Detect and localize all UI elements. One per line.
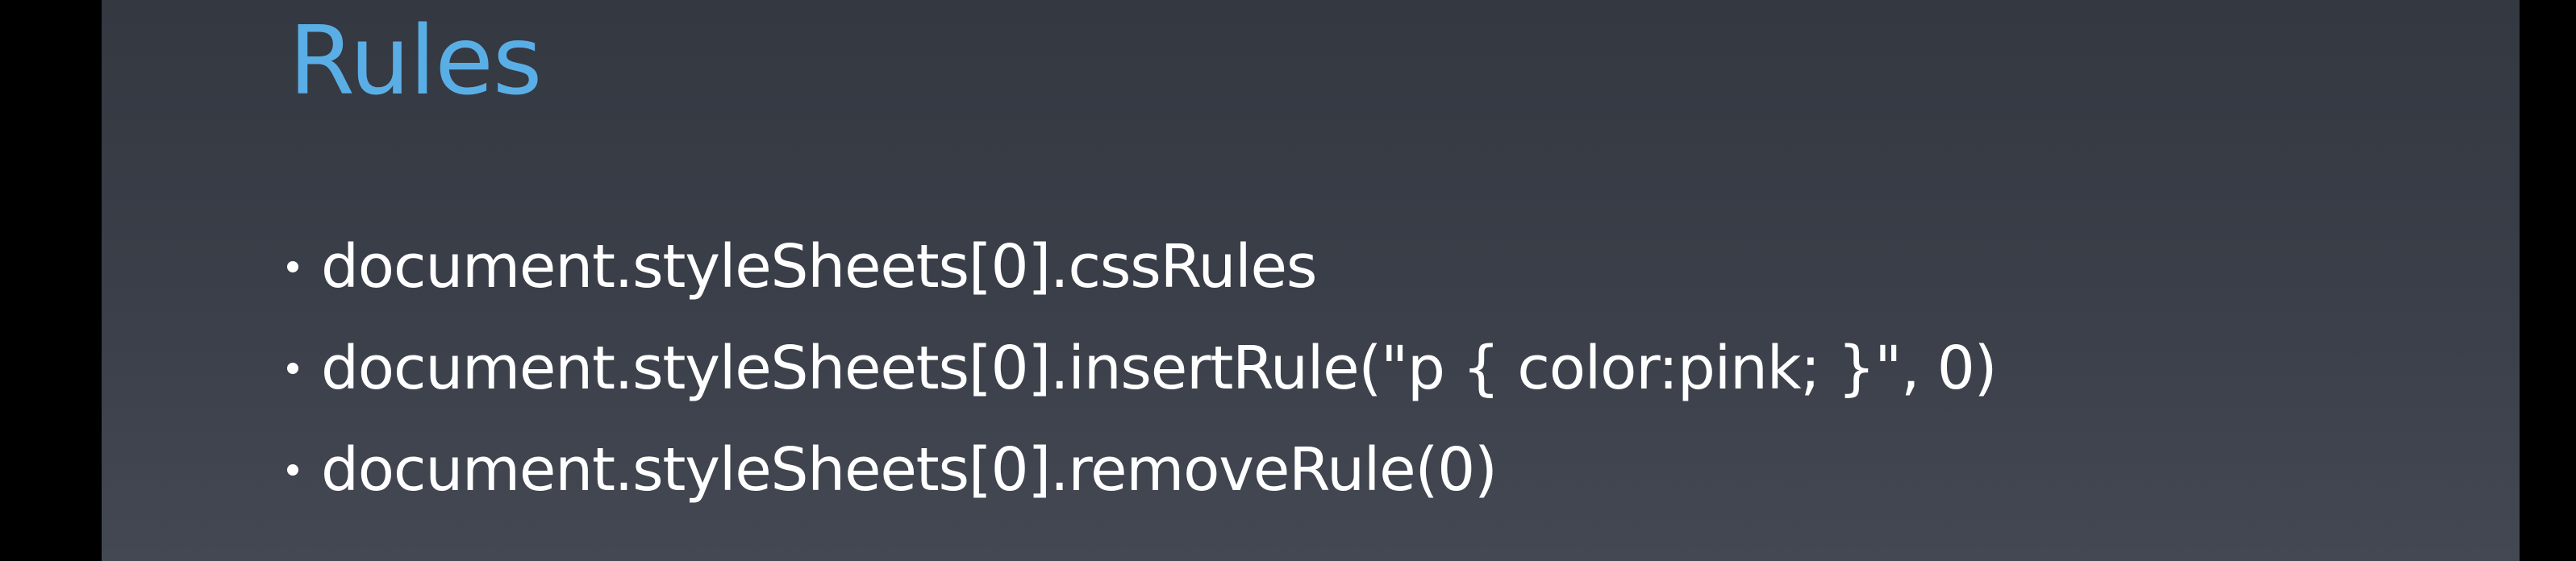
bullet-dot-icon [287,464,298,476]
slide-title: Rules [289,5,542,116]
video-frame: Rules document.styleSheets[0].cssRules d… [0,0,2576,561]
bullet-dot-icon [287,261,298,272]
bullet-text: document.styleSheets[0].cssRules [321,232,1317,301]
bullet-item-css-rules: document.styleSheets[0].cssRules [287,216,1996,318]
bullet-text: document.styleSheets[0].insertRule("p { … [321,334,1998,403]
presentation-slide: Rules document.styleSheets[0].cssRules d… [102,0,2520,561]
bullet-list: document.styleSheets[0].cssRules documen… [287,216,1998,521]
bullet-dot-icon [287,363,298,374]
bullet-item-remove-rule: document.styleSheets[0].removeRule(0) [287,419,1996,521]
bullet-item-insert-rule: document.styleSheets[0].insertRule("p { … [287,318,1998,419]
bullet-text: document.styleSheets[0].removeRule(0) [321,435,1498,505]
